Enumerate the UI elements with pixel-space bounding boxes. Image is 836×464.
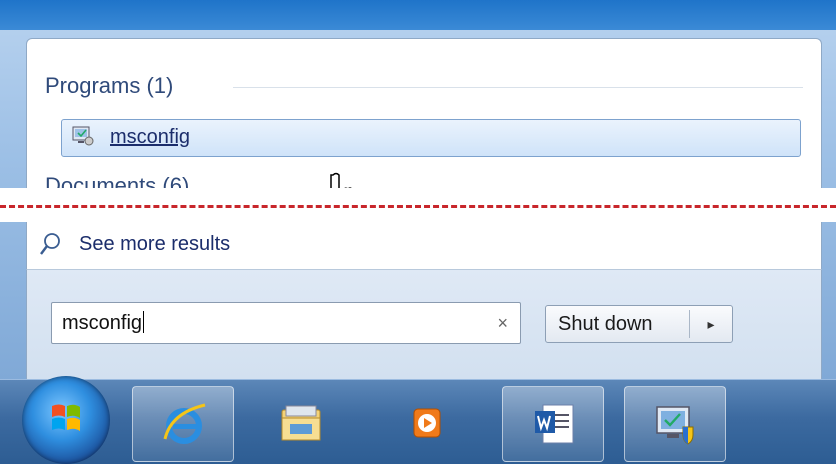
taskbar-windows-explorer[interactable] xyxy=(250,386,350,460)
see-more-label: See more results xyxy=(79,233,231,255)
see-more-results[interactable]: See more results xyxy=(26,222,822,269)
clear-icon[interactable]: × xyxy=(497,313,508,334)
internet-explorer-icon xyxy=(163,403,206,444)
search-bar-area: msconfig × Shut down ▸ xyxy=(26,269,822,381)
start-button[interactable] xyxy=(22,376,110,464)
taskbar-media-player[interactable] xyxy=(376,386,476,460)
section-divider xyxy=(233,87,803,88)
windows-orb-icon xyxy=(52,404,80,431)
text-caret xyxy=(143,311,145,333)
programs-section-title: Programs (1) xyxy=(45,73,174,98)
shutdown-options-arrow-icon[interactable]: ▸ xyxy=(696,312,726,336)
search-input[interactable]: msconfig × xyxy=(51,302,521,344)
word-icon xyxy=(535,404,574,444)
shutdown-separator xyxy=(689,310,690,338)
taskbar-word[interactable] xyxy=(502,386,604,462)
system-config-icon xyxy=(656,406,694,445)
cut-line xyxy=(0,205,836,208)
shutdown-button[interactable]: Shut down ▸ xyxy=(545,305,733,343)
system-config-icon xyxy=(72,126,94,146)
glass-top-bar xyxy=(0,0,836,30)
documents-section-title: Documents (6) xyxy=(45,173,190,189)
search-icon xyxy=(40,233,60,255)
folder-icon xyxy=(281,405,321,441)
taskbar-internet-explorer[interactable] xyxy=(132,386,234,462)
taskbar-system-config[interactable] xyxy=(624,386,726,462)
result-item-msconfig[interactable]: msconfig xyxy=(61,119,801,157)
taskbar xyxy=(0,376,836,464)
search-value: msconfig xyxy=(62,312,143,334)
shutdown-label: Shut down xyxy=(558,313,653,335)
result-label: msconfig xyxy=(110,126,191,148)
media-player-icon xyxy=(413,408,441,438)
